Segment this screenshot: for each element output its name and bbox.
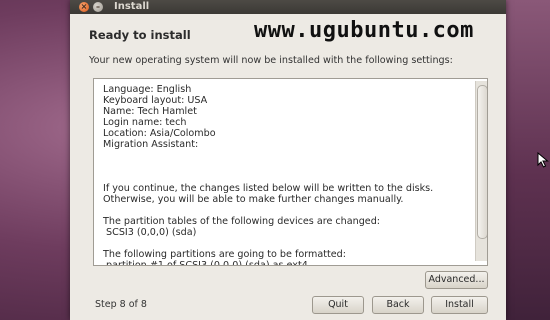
summary-line <box>103 161 463 172</box>
page-title: Ready to install <box>89 28 191 42</box>
summary-line: Location: Asia/Colombo <box>103 128 216 139</box>
install-button[interactable]: Install <box>431 296 488 314</box>
advanced-button[interactable]: Advanced... <box>425 271 488 289</box>
summary-line: The following partitions are going to be… <box>103 249 346 260</box>
mouse-pointer-icon <box>537 152 549 168</box>
summary-line: partition #1 of SCSI3 (0,0,0) (sda) as e… <box>103 260 308 266</box>
summary-line: If you continue, the changes listed belo… <box>103 183 434 194</box>
summary-line: The partition tables of the following de… <box>103 216 381 227</box>
settings-summary-text: Language: English Keyboard layout: USA Nam… <box>103 84 463 266</box>
summary-line <box>103 150 463 161</box>
watermark-text: www.ugubuntu.com <box>254 18 474 43</box>
step-indicator: Step 8 of 8 <box>95 299 147 310</box>
summary-line: Keyboard layout: USA <box>103 95 208 106</box>
summary-line: Migration Assistant: <box>103 139 199 150</box>
quit-button[interactable]: Quit <box>312 296 364 314</box>
summary-line: Otherwise, you will be able to make furt… <box>103 194 404 205</box>
summary-line: SCSI3 (0,0,0) (sda) <box>103 227 197 238</box>
close-icon[interactable]: × <box>79 2 89 12</box>
summary-line: Language: English <box>103 84 192 95</box>
title-bar[interactable]: × – Install <box>70 0 506 14</box>
summary-line: Name: Tech Hamlet <box>103 106 197 117</box>
summary-line <box>103 205 463 216</box>
installer-window: × – Install Ready to install Your new op… <box>70 0 506 320</box>
settings-summary-box[interactable]: Language: English Keyboard layout: USA Nam… <box>93 78 488 266</box>
scrollbar-thumb[interactable] <box>477 85 487 239</box>
summary-line: Login name: tech <box>103 117 187 128</box>
window-title: Install <box>114 1 150 12</box>
minimize-icon[interactable]: – <box>93 2 103 12</box>
summary-line <box>103 172 463 183</box>
page-subtitle: Your new operating system will now be in… <box>89 55 453 66</box>
back-button[interactable]: Back <box>372 296 424 314</box>
summary-scrollbar[interactable] <box>475 81 487 261</box>
summary-line <box>103 238 463 249</box>
